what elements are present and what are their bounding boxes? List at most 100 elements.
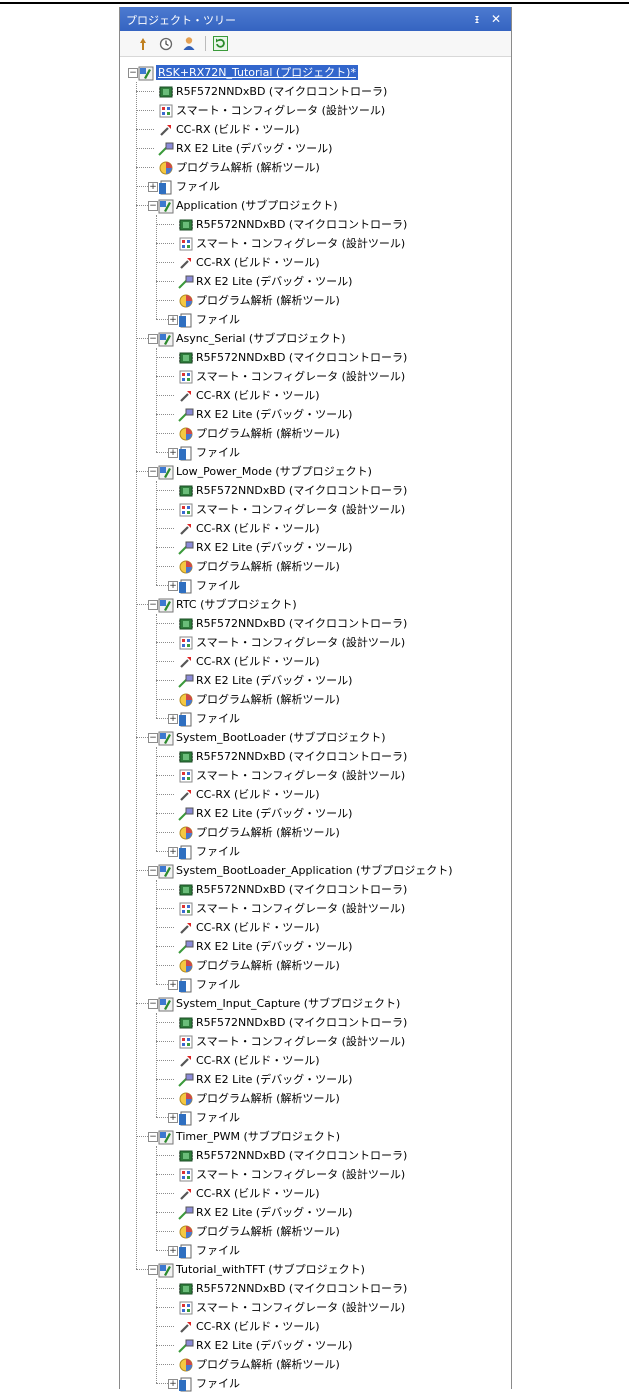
tree-item[interactable]: CC-RX (ビルド・ツール) [120, 1317, 511, 1336]
tree-item[interactable]: + ファイル [120, 975, 511, 994]
tree-item[interactable]: RX E2 Lite (デバッグ・ツール) [120, 538, 511, 557]
tree-item[interactable]: RX E2 Lite (デバッグ・ツール) [120, 1336, 511, 1355]
tree-item[interactable]: スマート・コンフィグレータ (設計ツール) [120, 500, 511, 519]
tree-subproject[interactable]: − Tutorial_withTFT (サブプロジェクト) [120, 1260, 511, 1279]
tree-item[interactable]: CC-RX (ビルド・ツール) [120, 1051, 511, 1070]
expand-toggle[interactable]: + [168, 1113, 178, 1123]
collapse-toggle[interactable]: − [148, 467, 158, 477]
tree-item[interactable]: プログラム解析 (解析ツール) [120, 823, 511, 842]
tree-item[interactable]: プログラム解析 (解析ツール) [120, 956, 511, 975]
tree-item[interactable]: RX E2 Lite (デバッグ・ツール) [120, 405, 511, 424]
tree-item[interactable]: CC-RX (ビルド・ツール) [120, 253, 511, 272]
tree-item[interactable]: + ファイル [120, 177, 511, 196]
tree-item[interactable]: R5F572NNDxBD (マイクロコントローラ) [120, 880, 511, 899]
tree-item[interactable]: スマート・コンフィグレータ (設計ツール) [120, 1165, 511, 1184]
tree-item[interactable]: RX E2 Lite (デバッグ・ツール) [120, 1203, 511, 1222]
expand-toggle[interactable]: + [168, 581, 178, 591]
tree-item[interactable]: スマート・コンフィグレータ (設計ツール) [120, 899, 511, 918]
tree-item[interactable]: プログラム解析 (解析ツール) [120, 557, 511, 576]
debug-tool-icon [178, 1338, 194, 1354]
tree-item[interactable]: スマート・コンフィグレータ (設計ツール) [120, 1032, 511, 1051]
tree-root-project[interactable]: − RSK+RX72N_Tutorial (プロジェクト)* [120, 63, 511, 82]
tree-item-label: R5F572NNDxBD (マイクロコントローラ) [196, 883, 408, 896]
tree-item[interactable]: スマート・コンフィグレータ (設計ツール) [120, 234, 511, 253]
tree-subproject[interactable]: − RTC (サブプロジェクト) [120, 595, 511, 614]
tree-item[interactable]: RX E2 Lite (デバッグ・ツール) [120, 671, 511, 690]
expand-toggle[interactable]: + [168, 980, 178, 990]
clock-icon[interactable] [157, 35, 174, 52]
tree-item[interactable]: スマート・コンフィグレータ (設計ツール) [120, 1298, 511, 1317]
tree-item[interactable]: + ファイル [120, 310, 511, 329]
tree-connector [156, 946, 174, 947]
tree-item[interactable]: RX E2 Lite (デバッグ・ツール) [120, 937, 511, 956]
tree-item[interactable]: スマート・コンフィグレータ (設計ツール) [120, 367, 511, 386]
tree-item[interactable]: スマート・コンフィグレータ (設計ツール) [120, 633, 511, 652]
tree-subproject[interactable]: − System_Input_Capture (サブプロジェクト) [120, 994, 511, 1013]
tree-subproject[interactable]: − System_BootLoader (サブプロジェクト) [120, 728, 511, 747]
user-icon[interactable] [180, 35, 197, 52]
collapse-toggle[interactable]: − [148, 1132, 158, 1142]
tree-item[interactable]: + ファイル [120, 1374, 511, 1393]
collapse-toggle[interactable]: − [148, 866, 158, 876]
tree-item[interactable]: プログラム解析 (解析ツール) [120, 424, 511, 443]
tree-item[interactable]: R5F572NNDxBD (マイクロコントローラ) [120, 1013, 511, 1032]
tree-item[interactable]: CC-RX (ビルド・ツール) [120, 652, 511, 671]
collapse-toggle[interactable]: − [128, 68, 138, 78]
tree-item[interactable]: R5F572NNDxBD (マイクロコントローラ) [120, 481, 511, 500]
tree-item[interactable]: R5F572NNDxBD (マイクロコントローラ) [120, 1279, 511, 1298]
tree-item-label: System_BootLoader (サブプロジェクト) [176, 731, 386, 744]
tree-item[interactable]: プログラム解析 (解析ツール) [120, 1089, 511, 1108]
tree-item[interactable]: スマート・コンフィグレータ (設計ツール) [120, 101, 511, 120]
tree-item[interactable]: R5F572NNDxBD (マイクロコントローラ) [120, 348, 511, 367]
collapse-toggle[interactable]: − [148, 999, 158, 1009]
tree-item[interactable]: + ファイル [120, 709, 511, 728]
tree-item[interactable]: CC-RX (ビルド・ツール) [120, 120, 511, 139]
tree-subproject[interactable]: − Timer_PWM (サブプロジェクト) [120, 1127, 511, 1146]
tree-item[interactable]: RX E2 Lite (デバッグ・ツール) [120, 272, 511, 291]
tree-item[interactable]: RX E2 Lite (デバッグ・ツール) [120, 804, 511, 823]
tree-item[interactable]: R5F572NNDxBD (マイクロコントローラ) [120, 614, 511, 633]
tree-item[interactable]: R5F572NNDxBD (マイクロコントローラ) [120, 215, 511, 234]
tree-item[interactable]: RX E2 Lite (デバッグ・ツール) [120, 139, 511, 158]
collapse-toggle[interactable]: − [148, 733, 158, 743]
expand-toggle[interactable]: + [148, 182, 158, 192]
tree-item[interactable]: プログラム解析 (解析ツール) [120, 291, 511, 310]
expand-toggle[interactable]: + [168, 448, 178, 458]
tree-item[interactable]: + ファイル [120, 842, 511, 861]
expand-toggle[interactable]: + [168, 714, 178, 724]
pin-icon[interactable]: ᵻ [469, 11, 485, 27]
expand-toggle[interactable]: + [168, 1379, 178, 1389]
tree-item[interactable]: プログラム解析 (解析ツール) [120, 1222, 511, 1241]
tree-subproject[interactable]: − Async_Serial (サブプロジェクト) [120, 329, 511, 348]
collapse-toggle[interactable]: − [148, 600, 158, 610]
tree-item[interactable]: CC-RX (ビルド・ツール) [120, 785, 511, 804]
tree-subproject[interactable]: − System_BootLoader_Application (サブプロジェクト… [120, 861, 511, 880]
expand-toggle[interactable]: + [168, 847, 178, 857]
tree-item[interactable]: プログラム解析 (解析ツール) [120, 158, 511, 177]
tree-item[interactable]: + ファイル [120, 443, 511, 462]
tree-subproject[interactable]: − Low_Power_Mode (サブプロジェクト) [120, 462, 511, 481]
tree-item[interactable]: プログラム解析 (解析ツール) [120, 1355, 511, 1374]
expand-toggle[interactable]: + [168, 315, 178, 325]
tree-item[interactable]: + ファイル [120, 1108, 511, 1127]
tree-item[interactable]: スマート・コンフィグレータ (設計ツール) [120, 766, 511, 785]
tree-item[interactable]: + ファイル [120, 1241, 511, 1260]
sort-icon[interactable] [134, 35, 151, 52]
tree-item[interactable]: + ファイル [120, 576, 511, 595]
tree-item[interactable]: プログラム解析 (解析ツール) [120, 690, 511, 709]
expand-toggle[interactable]: + [168, 1246, 178, 1256]
close-icon[interactable]: ✕ [488, 11, 504, 27]
collapse-toggle[interactable]: − [148, 334, 158, 344]
tree-item[interactable]: R5F572NNDxBD (マイクロコントローラ) [120, 1146, 511, 1165]
collapse-toggle[interactable]: − [148, 201, 158, 211]
tree-item[interactable]: RX E2 Lite (デバッグ・ツール) [120, 1070, 511, 1089]
refresh-icon[interactable] [212, 35, 229, 52]
tree-item[interactable]: CC-RX (ビルド・ツール) [120, 519, 511, 538]
tree-item[interactable]: CC-RX (ビルド・ツール) [120, 1184, 511, 1203]
tree-item[interactable]: R5F572NNDxBD (マイクロコントローラ) [120, 747, 511, 766]
collapse-toggle[interactable]: − [148, 1265, 158, 1275]
tree-item[interactable]: CC-RX (ビルド・ツール) [120, 386, 511, 405]
tree-subproject[interactable]: − Application (サブプロジェクト) [120, 196, 511, 215]
tree-item[interactable]: R5F572NNDxBD (マイクロコントローラ) [120, 82, 511, 101]
tree-item[interactable]: CC-RX (ビルド・ツール) [120, 918, 511, 937]
